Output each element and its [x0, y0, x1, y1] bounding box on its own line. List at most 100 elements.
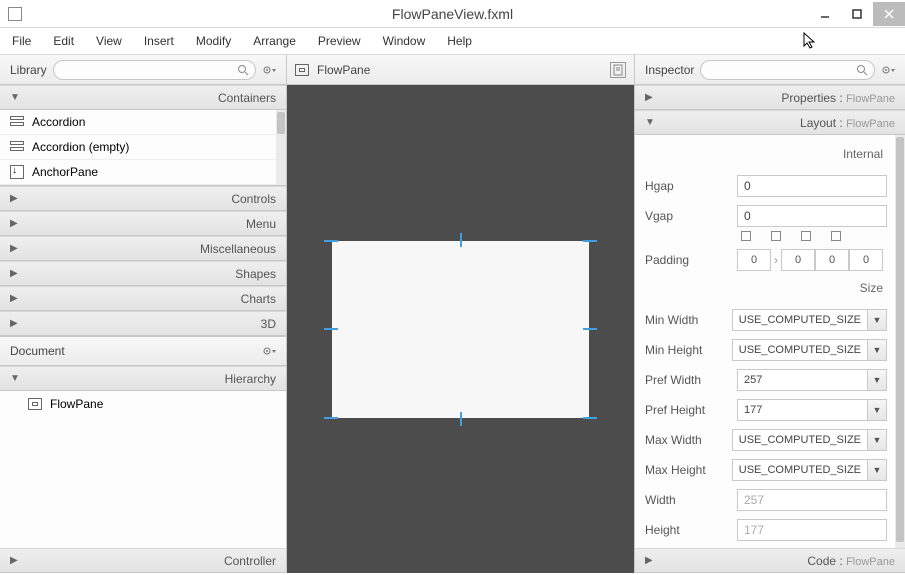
chevron-right-icon: ▶ [10, 293, 24, 304]
flowpane-icon [28, 398, 42, 410]
section-shapes[interactable]: ▶Shapes [0, 261, 286, 286]
css-analyzer-button[interactable] [610, 62, 626, 78]
vgap-input[interactable]: 0 [737, 205, 887, 227]
maximize-button[interactable] [841, 2, 873, 26]
library-header: Library [0, 55, 286, 85]
menu-insert[interactable]: Insert [144, 34, 174, 48]
section-controls[interactable]: ▶Controls [0, 186, 286, 211]
padding-top-input[interactable]: 0 [737, 249, 771, 271]
close-button[interactable] [873, 2, 905, 26]
resize-handle[interactable] [324, 328, 338, 330]
menu-modify[interactable]: Modify [196, 34, 231, 48]
resize-handle[interactable] [460, 233, 462, 247]
titlebar: FlowPaneView.fxml [0, 0, 905, 28]
section-controller[interactable]: ▶Controller [0, 548, 286, 573]
inspector-scrollbar[interactable] [895, 135, 905, 548]
document-menu-button[interactable] [262, 344, 280, 358]
section-3d[interactable]: ▶3D [0, 311, 286, 336]
accordion-icon [10, 141, 24, 153]
chevron-down-icon[interactable]: ▼ [867, 309, 887, 331]
section-containers[interactable]: ▼ Containers [0, 85, 286, 110]
prefwidth-combo[interactable]: 257▼ [737, 369, 887, 391]
row-vgap: Vgap 0 [645, 201, 887, 231]
menu-edit[interactable]: Edit [53, 34, 74, 48]
chevron-down-icon[interactable]: ▼ [867, 429, 887, 451]
chevron-down-icon: ▼ [10, 373, 24, 384]
chevron-right-icon: ▶ [645, 92, 659, 103]
resize-handle[interactable] [324, 417, 338, 419]
document-title: Document [10, 344, 65, 358]
library-scrollbar[interactable] [276, 110, 286, 185]
center-panel: FlowPane [287, 55, 635, 573]
menubar: File Edit View Insert Modify Arrange Pre… [0, 28, 905, 54]
minwidth-combo[interactable]: USE_COMPUTED_SIZE▼ [732, 309, 887, 331]
canvas[interactable] [287, 85, 634, 573]
section-code[interactable]: ▶ Code : FlowPane [635, 548, 905, 573]
document-icon [612, 64, 624, 76]
artboard-flowpane[interactable] [332, 241, 589, 418]
search-icon [856, 64, 868, 76]
chevron-down-icon: ▼ [10, 92, 24, 103]
minimize-button[interactable] [809, 2, 841, 26]
library-search[interactable] [53, 60, 256, 80]
anchorpane-icon [10, 165, 24, 179]
inspector-title: Inspector [645, 63, 694, 77]
resize-handle[interactable] [460, 412, 462, 426]
minheight-combo[interactable]: USE_COMPUTED_SIZE▼ [732, 339, 887, 361]
hgap-input[interactable]: 0 [737, 175, 887, 197]
chevron-down-icon[interactable]: ▼ [867, 459, 887, 481]
lib-item-anchorpane[interactable]: AnchorPane [0, 160, 286, 185]
menu-view[interactable]: View [96, 34, 122, 48]
lib-item-accordion-empty[interactable]: Accordion (empty) [0, 135, 286, 160]
menu-preview[interactable]: Preview [318, 34, 361, 48]
inspector-panel: Inspector ▶ Properties : FlowPane ▼ Layo… [635, 55, 905, 573]
chevron-down-icon[interactable]: ▼ [867, 399, 887, 421]
prefheight-combo[interactable]: 177▼ [737, 399, 887, 421]
window-title: FlowPaneView.fxml [392, 6, 513, 22]
library-menu-button[interactable] [262, 63, 280, 77]
library-title: Library [10, 63, 47, 77]
resize-handle[interactable] [583, 328, 597, 330]
chevron-right-icon: ▶ [10, 243, 24, 254]
tree-node-flowpane[interactable]: FlowPane [0, 391, 286, 417]
section-layout[interactable]: ▼ Layout : FlowPane [635, 110, 905, 135]
menu-help[interactable]: Help [447, 34, 472, 48]
containers-list: Accordion Accordion (empty) AnchorPane [0, 110, 286, 186]
content-header: FlowPane [287, 55, 634, 85]
maxwidth-combo[interactable]: USE_COMPUTED_SIZE▼ [732, 429, 887, 451]
chevron-down-icon[interactable]: ▼ [867, 339, 887, 361]
padding-bottom-input[interactable]: 0 [815, 249, 849, 271]
maxheight-combo[interactable]: USE_COMPUTED_SIZE▼ [732, 459, 887, 481]
menu-file[interactable]: File [12, 34, 31, 48]
inspector-header: Inspector [635, 55, 905, 85]
lib-item-accordion[interactable]: Accordion [0, 110, 286, 135]
section-misc[interactable]: ▶Miscellaneous [0, 236, 286, 261]
chevron-right-icon: ▶ [10, 318, 24, 329]
section-hierarchy[interactable]: ▼Hierarchy [0, 366, 286, 391]
subheading-internal: Internal [645, 141, 887, 171]
section-properties[interactable]: ▶ Properties : FlowPane [635, 85, 905, 110]
chevron-down-icon[interactable]: ▼ [867, 369, 887, 391]
resize-handle[interactable] [324, 240, 338, 242]
resize-handle[interactable] [583, 417, 597, 419]
breadcrumb[interactable]: FlowPane [295, 63, 370, 77]
height-display: 177 [737, 519, 887, 541]
row-hgap: Hgap 0 [645, 171, 887, 201]
inspector-menu-button[interactable] [881, 63, 899, 77]
app-icon [8, 7, 22, 21]
padding-left-input[interactable]: 0 [849, 249, 883, 271]
resize-handle[interactable] [583, 240, 597, 242]
section-menu[interactable]: ▶Menu [0, 211, 286, 236]
section-charts[interactable]: ▶Charts [0, 286, 286, 311]
menu-arrange[interactable]: Arrange [253, 34, 296, 48]
hierarchy-tree: FlowPane [0, 391, 286, 548]
inspector-search[interactable] [700, 60, 875, 80]
search-icon [237, 64, 249, 76]
chevron-right-icon: ▶ [10, 218, 24, 229]
subheading-size: Size [645, 275, 887, 305]
chevron-right-icon: ▶ [10, 268, 24, 279]
chevron-right-icon: ▶ [10, 555, 24, 566]
menu-window[interactable]: Window [383, 34, 426, 48]
padding-right-input[interactable]: 0 [781, 249, 815, 271]
document-header: Document [0, 336, 286, 366]
